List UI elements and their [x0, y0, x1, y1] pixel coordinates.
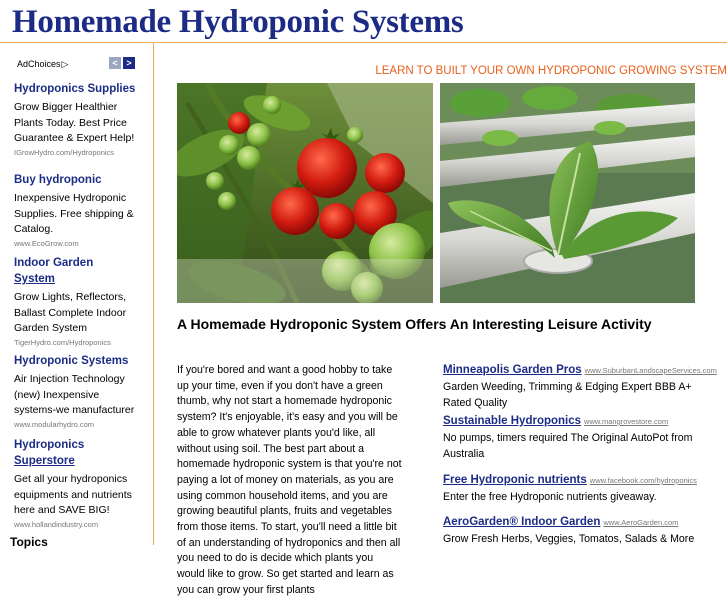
ad-description: Enter the free Hydroponic nutrients give…: [443, 491, 657, 503]
ad-title-link[interactable]: Hydroponic Systems: [14, 353, 142, 369]
ad-description: Grow Lights, Reflectors, Ballast Complet…: [14, 291, 127, 334]
sidebar-divider: [153, 43, 154, 545]
ad-description: Garden Weeding, Trimming & Edging Expert…: [443, 381, 692, 409]
ad-url[interactable]: TigerHydro.com/Hydroponics: [14, 338, 142, 348]
ad-description: Grow Bigger Healthier Plants Today. Best…: [14, 101, 135, 144]
ad-title-line: System: [14, 273, 55, 285]
chevron-left-icon: <: [112, 58, 118, 68]
ad-title-link[interactable]: Sustainable Hydroponics: [443, 415, 581, 427]
ad-description: Get all your hydroponics equipments and …: [14, 473, 132, 516]
ad-title-link[interactable]: Free Hydroponic nutrients: [443, 474, 587, 486]
chevron-right-icon: >: [126, 58, 132, 68]
ad-url[interactable]: IGrowHydro.com/Hydroponics: [14, 148, 142, 158]
ad-description: No pumps, timers required The Original A…: [443, 432, 693, 460]
ad-title-link[interactable]: Indoor Garden System: [14, 255, 142, 287]
ad-description: Air Injection Technology (new) Inexpensi…: [14, 373, 135, 416]
ad-title-link[interactable]: Hydroponics Superstore: [14, 437, 142, 469]
ad-url[interactable]: www.AeroGarden.com: [603, 518, 678, 527]
tomato-plants-photo: [177, 83, 433, 303]
lettuce-hydroponic-photo: [440, 83, 695, 303]
ad-prev-button[interactable]: <: [109, 57, 121, 69]
sidebar-ad[interactable]: Hydroponic Systems Air Injection Technol…: [14, 353, 142, 430]
ad-title-line: Indoor Garden: [14, 257, 94, 269]
sidebar-ad[interactable]: Buy hydroponic Inexpensive Hydroponic Su…: [14, 172, 142, 249]
ad-title-link[interactable]: Minneapolis Garden Pros: [443, 364, 582, 376]
ad-title-link[interactable]: AeroGarden® Indoor Garden: [443, 516, 600, 528]
article-body: If you're bored and want a good hobby to…: [177, 364, 402, 596]
ad-title-line: Hydroponics: [14, 439, 85, 451]
sidebar-ad[interactable]: Hydroponics Superstore Get all your hydro…: [14, 437, 142, 530]
site-tagline: LEARN TO BUILT YOUR OWN HYDROPONIC GROWI…: [375, 65, 727, 77]
content-ad[interactable]: Free Hydroponic nutrients www.facebook.co…: [443, 473, 727, 506]
ad-url[interactable]: www.EcoGrow.com: [14, 239, 142, 249]
topics-heading: Topics: [10, 535, 48, 549]
ad-url[interactable]: www.mangrovestore.com: [584, 417, 668, 426]
ad-title-link[interactable]: Buy hydroponic: [14, 172, 142, 188]
sidebar-ad[interactable]: Hydroponics Supplies Grow Bigger Healthi…: [14, 81, 142, 158]
ad-title-link[interactable]: Hydroponics Supplies: [14, 81, 142, 97]
article-title: A Homemade Hydroponic System Offers An I…: [177, 316, 652, 332]
sidebar-ads: AdChoices▷ < > Hydroponics Supplies Grow…: [0, 43, 153, 549]
adchoices-label: AdChoices: [17, 59, 61, 69]
ad-title-line: Superstore: [14, 455, 75, 467]
site-title: Homemade Hydroponic Systems: [12, 4, 464, 40]
sidebar-ad[interactable]: Indoor Garden System Grow Lights, Reflect…: [14, 255, 142, 348]
ad-next-button[interactable]: >: [123, 57, 135, 69]
ad-url[interactable]: www.SuburbanLandscapeServices.com: [585, 366, 717, 375]
ad-url[interactable]: www.facebook.com/hydroponics: [590, 476, 697, 485]
content-ad[interactable]: Sustainable Hydroponics www.mangrovestore…: [443, 414, 727, 462]
ad-url[interactable]: www.modularhydro.com: [14, 420, 142, 430]
ad-description: Grow Fresh Herbs, Veggies, Tomatos, Sala…: [443, 533, 695, 545]
adchoices-link[interactable]: AdChoices▷: [17, 59, 68, 70]
content-ad[interactable]: Minneapolis Garden Pros www.SuburbanLands…: [443, 363, 727, 411]
ad-description: Inexpensive Hydroponic Supplies. Free sh…: [14, 192, 134, 235]
ad-url[interactable]: www.hollandindustry.com: [14, 520, 142, 530]
play-triangle-icon: ▷: [61, 59, 69, 69]
content-ad[interactable]: AeroGarden® Indoor Garden www.AeroGarden.…: [443, 515, 727, 548]
